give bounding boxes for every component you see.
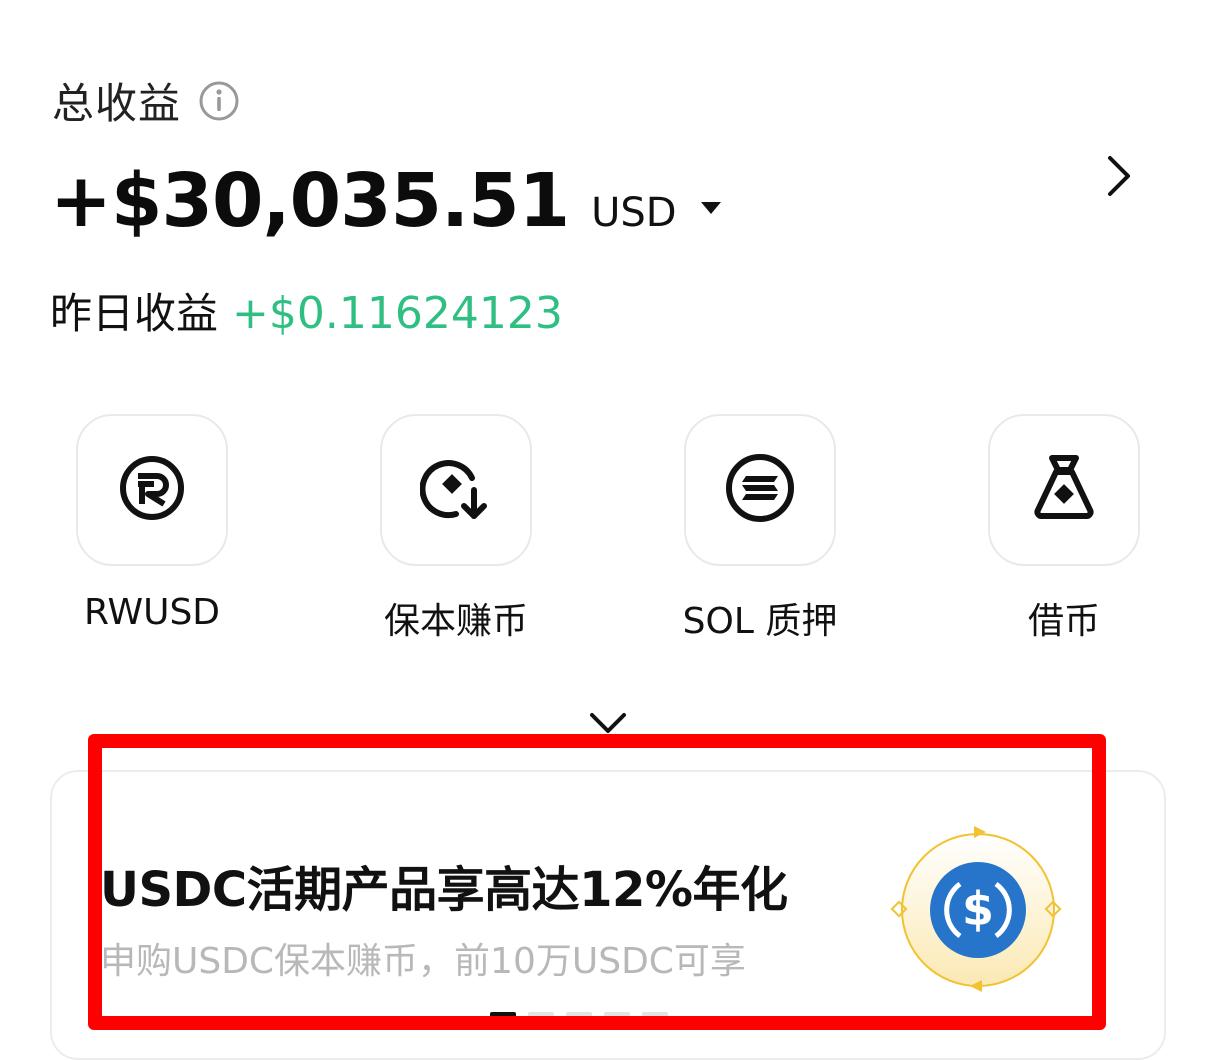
promo-banner-title[interactable]: USDC活期产品享高达12%年化 [100,850,788,920]
caret-down-icon[interactable] [699,196,723,220]
action-tile[interactable] [988,414,1140,566]
loan-bag-icon [1030,452,1098,528]
earn-icon [419,452,492,528]
chevron-right-icon[interactable] [1098,152,1138,200]
total-earnings-header: 总收益 [52,70,239,131]
action-label: RWUSD [83,592,221,633]
action-principal-protected[interactable]: 保本赚币 [346,414,566,644]
promo-banner-subtitle: 申购USDC保本赚币，前10万USDC可享 [100,941,746,982]
sol-icon [724,452,796,528]
action-tile[interactable] [684,414,836,566]
yesterday-earnings-label: 昨日收益 [50,289,219,338]
pager-dot[interactable] [528,1012,554,1020]
total-earnings-label: 总收益 [52,79,182,128]
action-tile[interactable] [76,414,228,566]
action-tile[interactable] [380,414,532,566]
rwusd-icon [118,454,186,526]
total-earnings-value: +$30,035.51 [50,158,570,244]
usdc-icon: $ [888,822,1068,1002]
pager-dot[interactable] [604,1012,630,1020]
quick-actions: RWUSD 保本赚币 SOL 质押 借币 [0,414,1216,654]
banner-pager[interactable] [490,1012,668,1020]
yesterday-earnings-value: +$0.11624123 [232,288,563,339]
pager-dot[interactable] [566,1012,592,1020]
action-label: SOL 质押 [682,601,838,642]
currency-selector[interactable]: USD [591,190,676,236]
action-borrow[interactable]: 借币 [954,414,1174,644]
pager-dot[interactable] [642,1012,668,1020]
total-earnings-value-row: +$30,035.51 USD [50,158,723,244]
action-sol-staking[interactable]: SOL 质押 [650,414,870,644]
action-rwusd[interactable]: RWUSD [42,414,262,633]
action-label: 保本赚币 [383,601,528,642]
info-icon[interactable] [199,81,239,121]
pager-dot[interactable] [490,1012,516,1020]
svg-text:$: $ [962,882,994,936]
action-label: 借币 [1027,601,1100,642]
yesterday-earnings-row: 昨日收益 +$0.11624123 [50,280,563,341]
chevron-down-icon[interactable] [588,708,628,738]
